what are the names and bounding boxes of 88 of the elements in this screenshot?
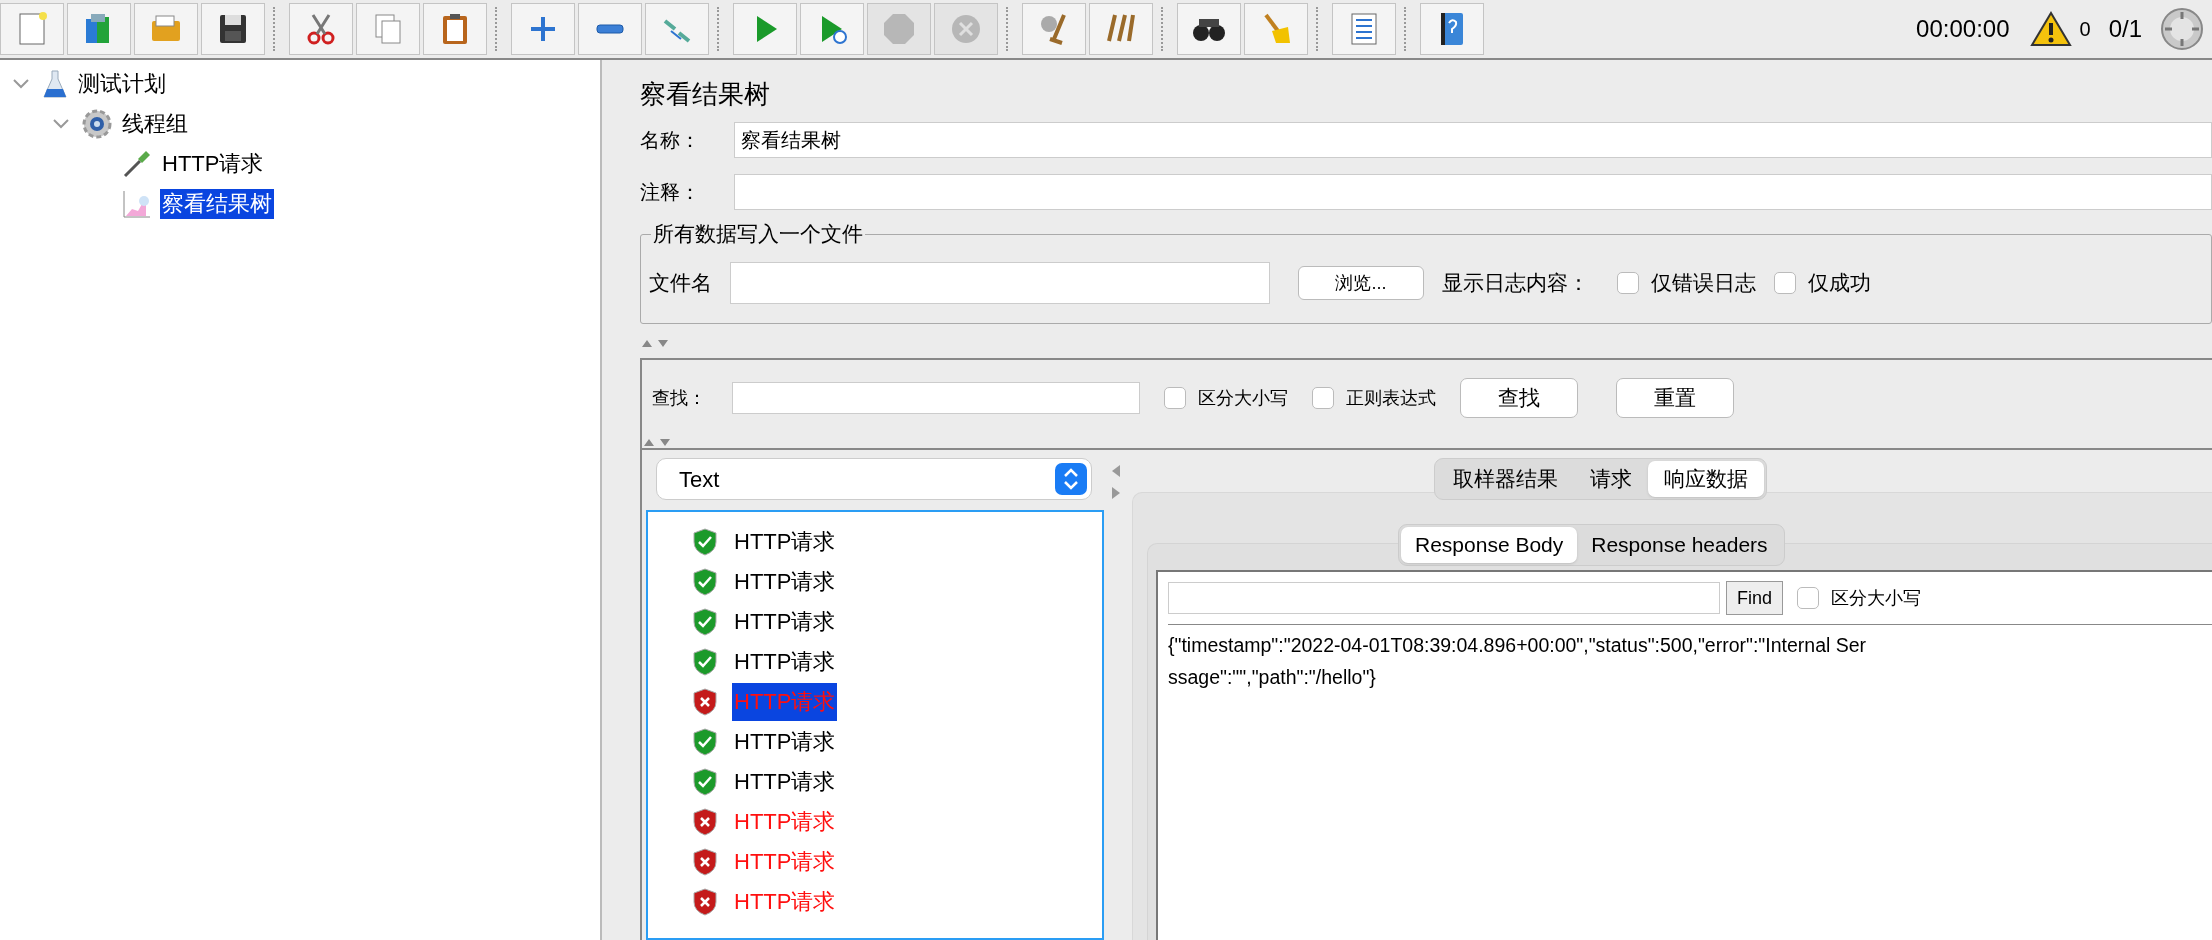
scissors-button[interactable]	[289, 3, 353, 55]
collapse-right-icon[interactable]	[1111, 486, 1121, 500]
checkbox[interactable]	[1312, 387, 1334, 409]
checkbox[interactable]	[1164, 387, 1186, 409]
elapsed-time: 00:00:00	[1916, 14, 2010, 44]
shield-x-icon	[692, 888, 718, 916]
play-button[interactable]	[733, 3, 797, 55]
dropper-icon	[122, 149, 152, 179]
comment-label: 注释：	[640, 180, 701, 205]
clipboard-button[interactable]	[423, 3, 487, 55]
search-field[interactable]	[732, 382, 1140, 414]
chevron-down-icon[interactable]	[12, 78, 30, 90]
response-search-field[interactable]	[1168, 582, 1720, 614]
name-field[interactable]: 察看结果树	[734, 122, 2212, 158]
response-find-button[interactable]: Find	[1726, 581, 1783, 615]
floppy-disk-button[interactable]	[201, 3, 265, 55]
warning-count: 0	[2079, 17, 2091, 42]
name-label: 名称：	[640, 128, 701, 153]
filename-field[interactable]	[730, 262, 1270, 304]
shield-x-icon	[692, 808, 718, 836]
gear-icon	[82, 109, 112, 139]
checkbox-label: 仅成功	[1808, 270, 1871, 297]
result-item[interactable]: HTTP请求	[732, 883, 838, 921]
checkbox-label: 区分大小写	[1198, 386, 1288, 410]
shield-check-icon	[692, 608, 718, 636]
plus-button[interactable]	[511, 3, 575, 55]
chevron-down-icon[interactable]	[52, 118, 70, 130]
play-no-sign-button[interactable]	[800, 3, 864, 55]
shield-check-icon	[692, 728, 718, 756]
result-tab[interactable]: 请求	[1574, 461, 1648, 497]
tree-item[interactable]: 察看结果树	[160, 189, 274, 219]
checkbox[interactable]	[1797, 587, 1819, 609]
reset-button[interactable]: 重置	[1616, 378, 1734, 418]
checkbox-label: 仅错误日志	[1651, 270, 1756, 297]
minus-icon	[596, 24, 624, 34]
checkbox-label: 区分大小写	[1831, 586, 1921, 610]
checkbox[interactable]	[1617, 272, 1639, 294]
shield-check-icon	[692, 768, 718, 796]
filename-label: 文件名	[649, 270, 712, 297]
tree-item[interactable]: HTTP请求	[160, 149, 266, 179]
checkbox-label: 正则表达式	[1346, 386, 1436, 410]
graph-icon	[122, 189, 152, 219]
result-item[interactable]: HTTP请求	[732, 843, 838, 881]
result-item[interactable]: HTTP请求	[732, 803, 838, 841]
collapse-left-icon[interactable]	[1111, 464, 1121, 478]
gear-broom-button[interactable]	[1022, 3, 1086, 55]
find-button[interactable]: 查找	[1460, 378, 1578, 418]
log-content-label: 显示日志内容：	[1442, 270, 1589, 297]
result-tab[interactable]: 取样器结果	[1437, 461, 1574, 497]
shield-check-icon	[692, 568, 718, 596]
help-book-button[interactable]	[1420, 3, 1484, 55]
flask-icon	[42, 69, 68, 99]
group-legend: 所有数据写入一个文件	[651, 221, 865, 247]
shield-x-icon	[692, 848, 718, 876]
response-tab[interactable]: Response headers	[1577, 527, 1782, 563]
tree-item[interactable]: 线程组	[120, 109, 190, 139]
thread-count: 0/1	[2108, 14, 2142, 44]
browse-button[interactable]: 浏览...	[1298, 266, 1424, 300]
shield-check-icon	[692, 528, 718, 556]
result-item[interactable]: HTTP请求	[732, 643, 838, 681]
books-button[interactable]	[67, 3, 131, 55]
response-tab[interactable]: Response Body	[1401, 527, 1578, 563]
list-button[interactable]	[1332, 3, 1396, 55]
select-arrows-icon	[1055, 463, 1087, 495]
warning-icon[interactable]	[2029, 11, 2072, 47]
checkbox[interactable]	[1774, 272, 1796, 294]
result-tab[interactable]: 响应数据	[1648, 461, 1764, 497]
result-item[interactable]: HTTP请求	[732, 563, 838, 601]
new-document-button[interactable]	[0, 3, 64, 55]
renderer-select[interactable]: Text	[656, 458, 1092, 500]
splitter-arrows-icon[interactable]	[640, 338, 670, 348]
splitter-arrows-icon[interactable]	[642, 437, 672, 447]
panel-title: 察看结果树	[640, 78, 771, 111]
find-label: 查找：	[652, 386, 707, 410]
binoculars-button[interactable]	[1177, 3, 1241, 55]
tree-item[interactable]: 测试计划	[76, 69, 168, 99]
shield-check-icon	[692, 648, 718, 676]
result-item[interactable]: HTTP请求	[732, 763, 838, 801]
minus-button[interactable]	[578, 3, 642, 55]
remote-icon[interactable]	[2160, 7, 2204, 51]
response-body: {"timestamp":"2022-04-01T08:39:04.896+00:00","status":500,"error":"Internal Ser ssage":"","path":"/hello"}	[1168, 624, 2212, 693]
comment-field[interactable]	[734, 174, 2212, 210]
result-item[interactable]: HTTP请求	[732, 603, 838, 641]
result-item[interactable]: HTTP请求	[732, 723, 838, 761]
result-item[interactable]: HTTP请求	[732, 523, 838, 561]
brooms-button[interactable]	[1089, 3, 1153, 55]
shield-x-icon	[692, 688, 718, 716]
droppers-button[interactable]	[645, 3, 709, 55]
